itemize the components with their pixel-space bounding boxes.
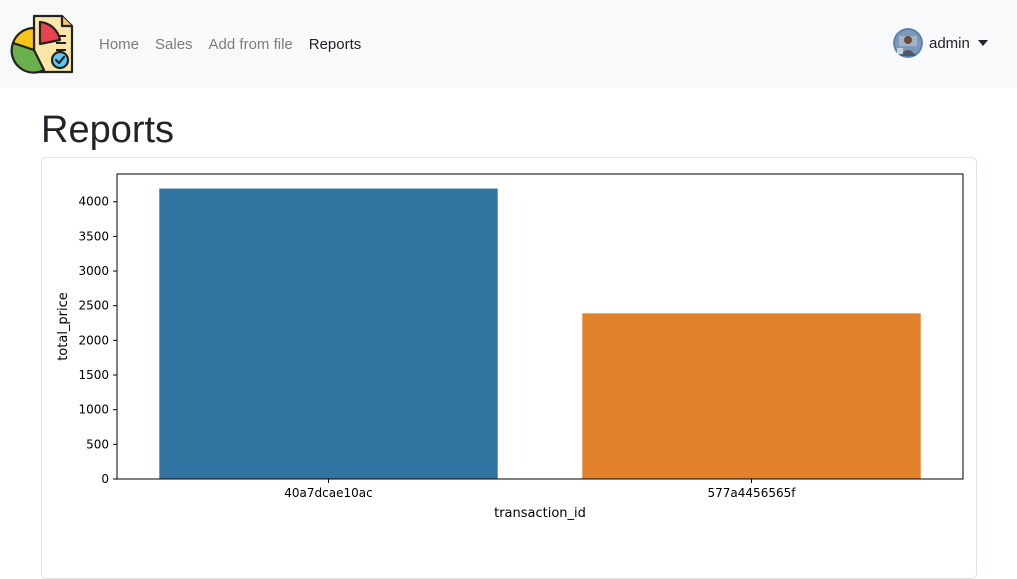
y-tick-label: 1500: [78, 368, 109, 382]
y-tick-label: 1000: [78, 403, 109, 417]
page-title: Reports: [41, 109, 175, 151]
y-tick-label: 3000: [78, 264, 109, 278]
navbar: Home Sales Add from file Reports admin: [0, 0, 1017, 88]
y-tick-label: 2000: [78, 333, 109, 347]
bar-40a7dcae10ac: [159, 188, 498, 479]
nav-link-sales[interactable]: Sales: [155, 35, 193, 55]
y-tick-label: 0: [101, 472, 109, 486]
nav-link-add-from-file[interactable]: Add from file: [209, 35, 293, 55]
bar-chart: 40a7dcae10ac 577a4456565f 0 500 1000 1500 2000…: [56, 173, 964, 521]
y-tick-label: 3500: [78, 229, 109, 243]
x-axis-label: transaction_id: [494, 506, 586, 521]
user-name: admin: [929, 34, 970, 52]
y-tick-label: 2500: [78, 299, 109, 313]
y-tick-label: 500: [86, 437, 109, 451]
user-menu-dropdown[interactable]: admin: [893, 28, 988, 58]
x-tick-label: 40a7dcae10ac: [284, 486, 372, 500]
nav-link-home[interactable]: Home: [99, 35, 139, 55]
caret-down-icon: [977, 40, 988, 46]
x-tick-label: 577a4456565f: [708, 486, 797, 500]
nav-links: Home Sales Add from file Reports: [99, 35, 377, 55]
y-tick-label: 4000: [78, 195, 109, 209]
y-axis-label: total_price: [56, 292, 71, 361]
bar-577a4456565f: [582, 313, 921, 479]
user-avatar: [893, 28, 923, 58]
pie-chart-report-icon[interactable]: [10, 12, 76, 76]
report-card: 40a7dcae10ac 577a4456565f 0 500 1000 1500 2000…: [41, 157, 977, 579]
nav-link-reports[interactable]: Reports: [309, 35, 362, 55]
